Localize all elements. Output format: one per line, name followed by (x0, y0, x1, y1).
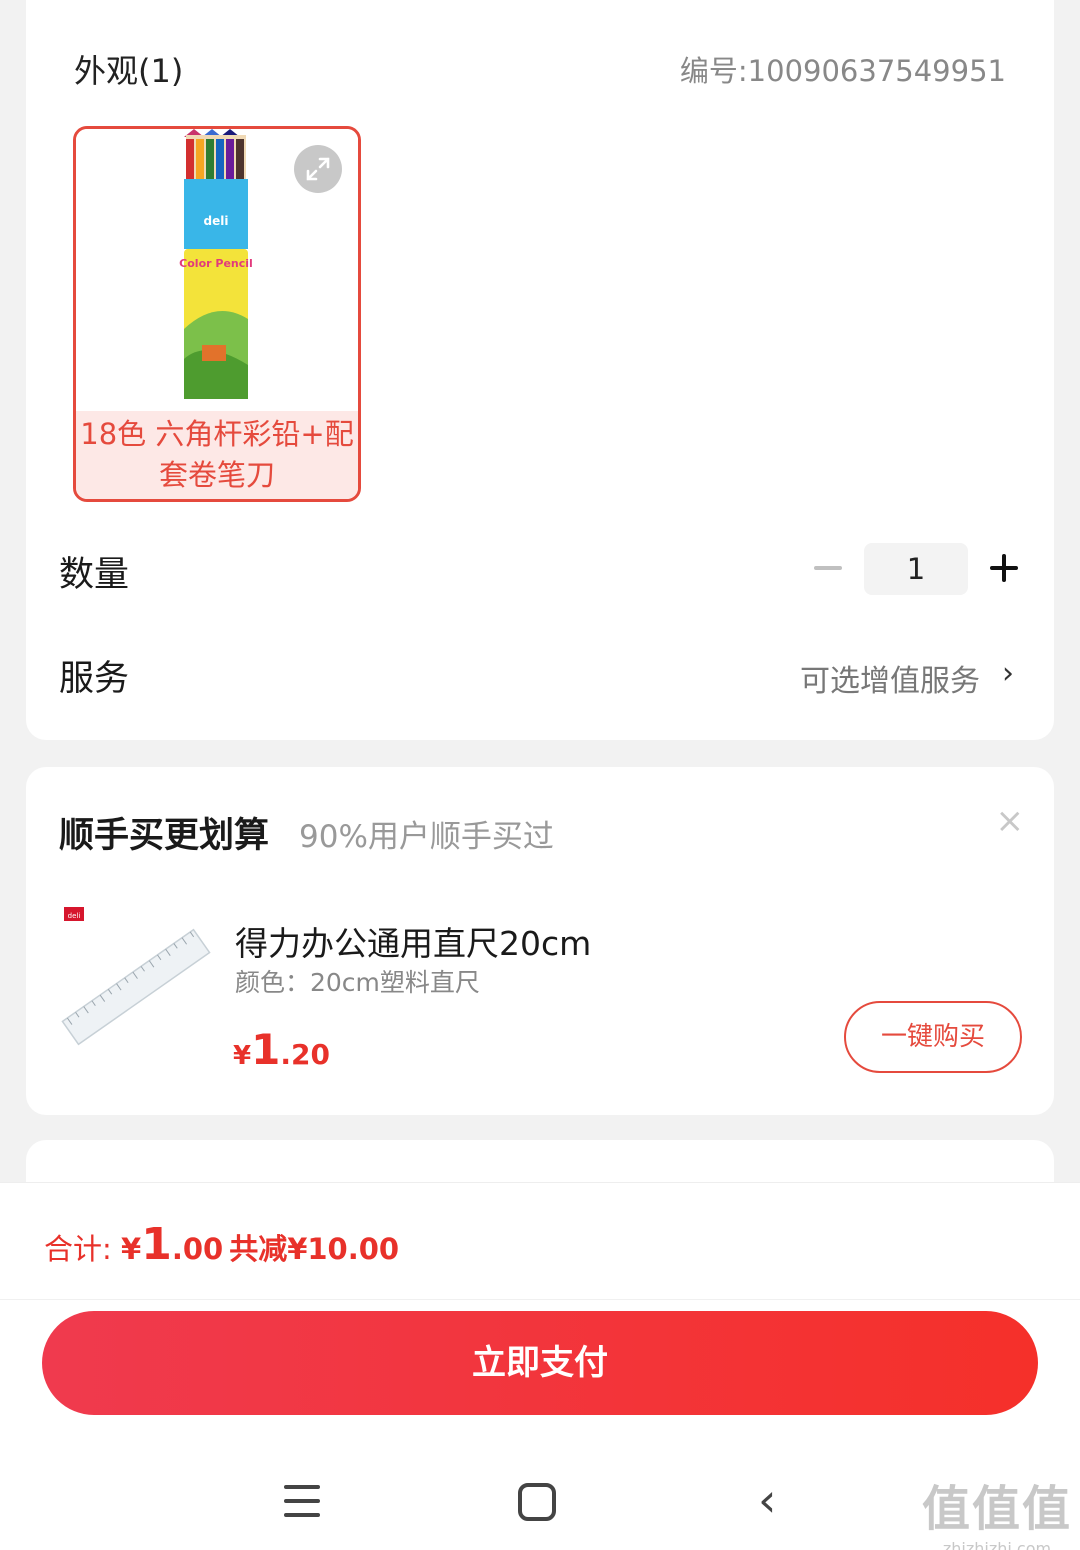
checkout-bar: 合计: ¥1.00 共减¥10.00 立即支付 ‹ 值值值 zhizhizhi.c… (0, 1182, 1080, 1550)
service-label: 服务 (59, 659, 130, 699)
chevron-right-icon[interactable]: › (1002, 656, 1014, 691)
quantity-input[interactable]: 1 (864, 543, 968, 595)
watermark-logo: 值值值 (921, 1481, 1072, 1537)
product-name[interactable]: 得力办公通用直尺20cm (235, 917, 591, 965)
close-icon[interactable]: × (996, 801, 1025, 841)
quantity-decrease-button[interactable] (814, 566, 842, 570)
product-code: 编号:10090637549951 (679, 54, 1006, 88)
quantity-label: 数量 (59, 555, 130, 595)
watermark: 值值值 zhizhizhi.com (922, 1469, 1072, 1550)
ruler-product-image[interactable]: deli (56, 897, 216, 1057)
pay-now-button[interactable]: 立即支付 (42, 1311, 1038, 1415)
brand-logo: deli (68, 912, 81, 920)
total-saving: 共减¥10.00 (229, 1232, 400, 1266)
total-symbol: ¥ (121, 1232, 142, 1266)
watermark-url: zhizhizhi.com (942, 1539, 1052, 1550)
price-symbol: ¥ (233, 1041, 252, 1071)
total-decimal: .00 (171, 1232, 224, 1266)
home-icon[interactable] (518, 1483, 556, 1521)
product-attribute: 颜色：20cm塑料直尺 (235, 968, 480, 997)
quantity-increase-button[interactable] (990, 554, 1018, 582)
addon-subtitle: 90%用户顺手买过 (299, 819, 554, 855)
one-click-buy-button[interactable]: 一键购买 (844, 1001, 1022, 1073)
variant-label: 18色 六角杆彩铅+配套卷笔刀 (76, 411, 358, 499)
recent-apps-icon[interactable] (284, 1485, 320, 1527)
price-integer: 1 (251, 1025, 281, 1074)
order-total: 合计: ¥1.00 共减¥10.00 (44, 1219, 399, 1270)
addon-title: 顺手买更划算 (59, 816, 270, 856)
service-option[interactable]: 可选增值服务 (800, 656, 980, 700)
total-prefix: 合计: (44, 1232, 121, 1266)
expand-icon[interactable] (294, 145, 342, 193)
back-icon[interactable]: ‹ (758, 1477, 776, 1523)
product-price: ¥1.20 (233, 1025, 330, 1074)
spec-title: 外观(1) (74, 52, 184, 90)
addon-card: 顺手买更划算 90%用户顺手买过 × deli 得力办公通用直尺20cm 颜色：… (26, 767, 1054, 1115)
divider (0, 1299, 1080, 1300)
total-integer: 1 (141, 1219, 172, 1270)
spec-card: 外观(1) 编号:10090637549951 deli Color Penci… (26, 0, 1054, 740)
system-nav-bar: ‹ 值值值 zhizhizhi.com (0, 1447, 1080, 1550)
svg-text:Color Pencil: Color Pencil (179, 257, 253, 270)
svg-text:deli: deli (204, 214, 229, 228)
variant-option-selected[interactable]: deli Color Pencil 18色 六角杆彩铅+配套卷笔刀 (73, 126, 361, 502)
price-decimal: .20 (280, 1038, 330, 1071)
